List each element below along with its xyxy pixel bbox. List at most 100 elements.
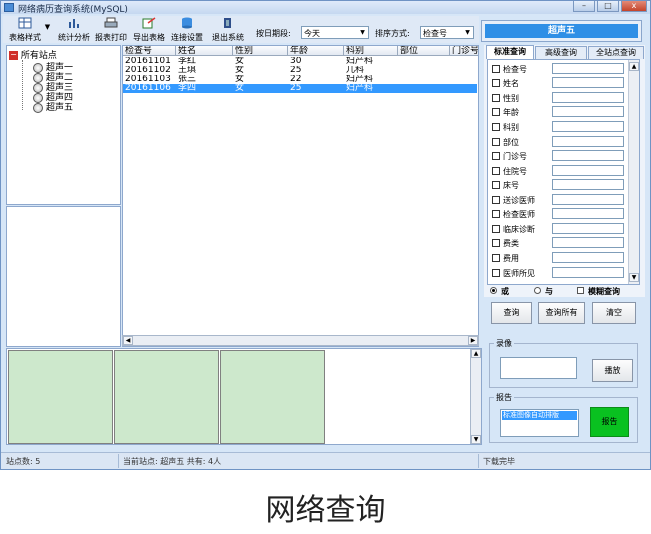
connection-settings-button[interactable]: 连接设置 — [169, 17, 205, 42]
cell-gender: 女 — [235, 66, 245, 75]
field-checkbox[interactable] — [492, 94, 500, 102]
field-checkbox[interactable] — [492, 65, 500, 73]
field-checkbox[interactable] — [492, 79, 500, 87]
report-template-item[interactable]: 标准图像自动排版 — [502, 411, 577, 420]
maximize-button[interactable]: □ — [597, 1, 619, 12]
field-input[interactable] — [552, 63, 624, 74]
scroll-right-icon[interactable]: ▶ — [468, 336, 478, 345]
fields-scrollbar[interactable]: ▲ ▼ — [628, 60, 639, 284]
cell-exam-no: 20161103 — [125, 75, 171, 84]
col-age[interactable]: 年龄 — [288, 46, 344, 56]
exit-icon — [224, 18, 231, 28]
field-checkbox[interactable] — [492, 138, 500, 146]
field-input[interactable] — [552, 165, 624, 176]
cell-name: 王琪 — [178, 66, 197, 75]
field-input[interactable] — [552, 194, 624, 205]
table-style-button[interactable]: 表格样式 — [5, 17, 45, 42]
minimize-button[interactable]: – — [573, 1, 595, 12]
radio-or[interactable] — [490, 287, 497, 294]
tab-all-stations-query[interactable]: 全站点查询 — [588, 46, 644, 59]
field-exam-no: 检查号 — [490, 63, 628, 76]
image-thumbnail[interactable] — [220, 350, 325, 444]
exit-button[interactable]: 退出系统 — [210, 17, 246, 42]
table-row[interactable]: 20161101 李红 女 30 妇产科 — [123, 57, 477, 66]
field-input[interactable] — [552, 121, 624, 132]
tab-standard-query[interactable]: 标准查询 — [486, 45, 534, 59]
table-row-selected[interactable]: 20161106 李四 女 25 妇产科 — [123, 84, 477, 93]
status-divider — [478, 454, 479, 468]
scroll-up-icon[interactable]: ▲ — [629, 62, 639, 71]
field-checkbox[interactable] — [492, 123, 500, 131]
field-input[interactable] — [552, 92, 624, 103]
scroll-down-icon[interactable]: ▼ — [471, 435, 481, 444]
col-name[interactable]: 姓名 — [176, 46, 233, 56]
report-group: 报告 标准图像自动排版 报告 — [489, 392, 638, 443]
col-body-part[interactable]: 部位 — [398, 46, 450, 56]
table-row[interactable]: 20161103 张三 女 22 妇产科 — [123, 75, 477, 84]
col-department[interactable]: 科别 — [344, 46, 398, 56]
close-button[interactable]: x — [621, 1, 647, 12]
field-label: 科别 — [503, 123, 519, 132]
patient-table: 检查号 姓名 性别 年龄 科别 部位 门诊号 20161101 李红 女 30 … — [122, 45, 479, 347]
field-input[interactable] — [552, 208, 624, 219]
scroll-left-icon[interactable]: ◀ — [123, 336, 133, 345]
col-gender[interactable]: 性别 — [233, 46, 288, 56]
date-range-select[interactable]: 今天 ▼ — [301, 26, 369, 39]
tree-item-station-5[interactable]: 超声五 — [33, 100, 73, 113]
image-thumbnail[interactable] — [114, 350, 219, 444]
scroll-up-icon[interactable]: ▲ — [471, 349, 481, 358]
table-horizontal-scrollbar[interactable]: ◀ ▶ — [122, 335, 479, 346]
thumbnail-scrollbar[interactable]: ▲ ▼ — [470, 349, 481, 444]
collapse-icon[interactable]: − — [9, 51, 18, 60]
station-tree: − 所有站点 超声一 超声二 超声三 超声四 超声五 — [6, 45, 121, 205]
field-checkbox[interactable] — [492, 254, 500, 262]
col-outpatient-no[interactable]: 门诊号 — [450, 46, 478, 56]
field-checkbox[interactable] — [492, 239, 500, 247]
field-checkbox[interactable] — [492, 196, 500, 204]
fuzzy-query-checkbox[interactable] — [577, 287, 584, 294]
table-row[interactable]: 20161102 王琪 女 25 儿科 — [123, 66, 477, 75]
field-input[interactable] — [552, 223, 624, 234]
query-all-button[interactable]: 查询所有 — [538, 302, 585, 324]
window-title: 网络病历查询系统(MySQL) — [18, 5, 128, 15]
scroll-down-icon[interactable]: ▼ — [629, 273, 639, 282]
cell-exam-no: 20161106 — [125, 84, 171, 93]
col-exam-no[interactable]: 检查号 — [123, 46, 176, 56]
cell-age: 25 — [290, 84, 302, 93]
field-checkbox[interactable] — [492, 225, 500, 233]
field-input[interactable] — [552, 150, 624, 161]
field-referring-doctor: 送诊医师 — [490, 194, 628, 207]
field-checkbox[interactable] — [492, 269, 500, 277]
field-checkbox[interactable] — [492, 108, 500, 116]
play-button[interactable]: 播放 — [592, 359, 633, 382]
field-checkbox[interactable] — [492, 167, 500, 175]
field-department: 科别 — [490, 121, 628, 134]
radio-and-label: 与 — [545, 287, 553, 296]
report-button[interactable]: 报告 — [590, 407, 629, 437]
field-fee-type: 费类 — [490, 237, 628, 250]
field-input[interactable] — [552, 252, 624, 263]
clear-button[interactable]: 清空 — [592, 302, 636, 324]
query-button[interactable]: 查询 — [491, 302, 532, 324]
radio-and[interactable] — [534, 287, 541, 294]
image-thumbnail[interactable] — [8, 350, 113, 444]
cell-department: 妇产科 — [346, 57, 374, 66]
export-table-button[interactable]: 导出表格 — [131, 17, 167, 42]
field-input[interactable] — [552, 179, 624, 190]
field-input[interactable] — [552, 237, 624, 248]
tab-advanced-query[interactable]: 高级查询 — [535, 46, 587, 59]
print-report-button[interactable]: 报表打印 — [93, 17, 129, 42]
statistics-button[interactable]: 统计分析 — [56, 17, 92, 42]
field-input[interactable] — [552, 106, 624, 117]
field-checkbox[interactable] — [492, 210, 500, 218]
field-checkbox[interactable] — [492, 152, 500, 160]
field-input[interactable] — [552, 77, 624, 88]
field-checkbox[interactable] — [492, 181, 500, 189]
report-template-list[interactable]: 标准图像自动排版 — [500, 409, 579, 437]
field-label: 住院号 — [503, 167, 527, 176]
recording-input[interactable] — [500, 357, 577, 379]
sort-select[interactable]: 检查号 ▼ — [420, 26, 474, 39]
field-input[interactable] — [552, 267, 624, 278]
title-bar[interactable]: 网络病历查询系统(MySQL) – □ x — [1, 1, 650, 15]
field-input[interactable] — [552, 136, 624, 147]
